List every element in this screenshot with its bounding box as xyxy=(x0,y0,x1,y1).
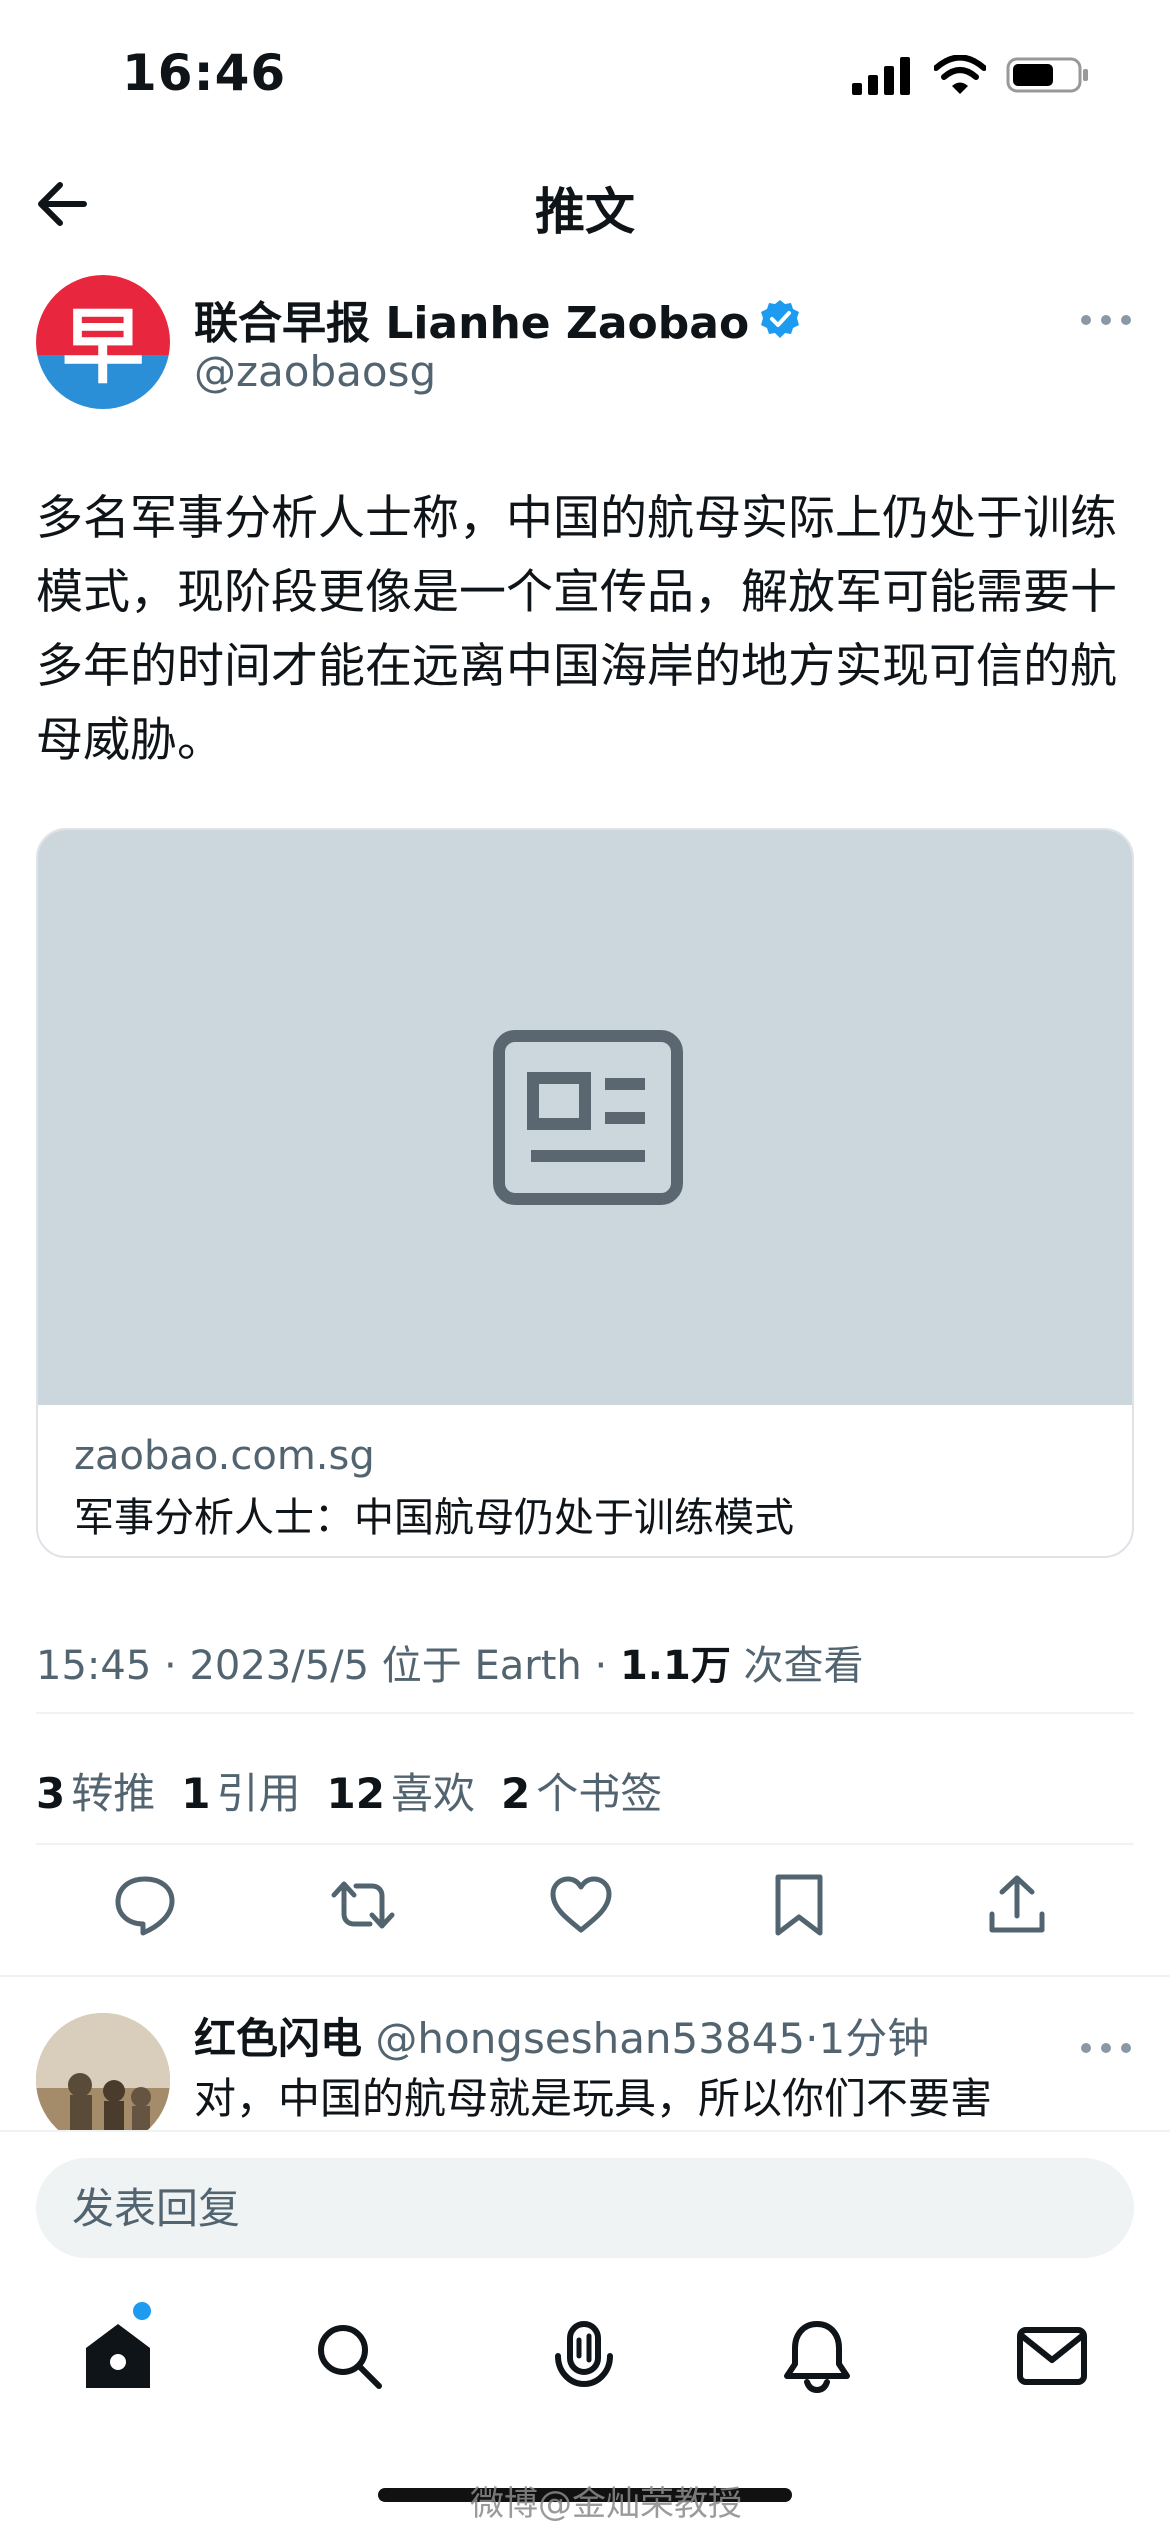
home-icon xyxy=(86,2324,150,2388)
tweet-date[interactable]: 2023/5/5 xyxy=(189,1643,369,1689)
view-label: 次查看 xyxy=(730,1643,864,1689)
reply-avatar[interactable] xyxy=(36,2013,170,2130)
bookmark-button[interactable] xyxy=(764,1870,834,1940)
engagement-stats: 3 转推 1 引用 12 喜欢 2 个书签 xyxy=(36,1760,662,1821)
tab-notifications[interactable] xyxy=(779,2318,855,2394)
card-title: 军事分析人士：中国航母仍处于训练模式 xyxy=(74,1495,794,1541)
bottom-tab-bar xyxy=(0,2300,1170,2420)
tweet-text: 多名军事分析人士称，中国的航母实际上仍处于训练模式，现阶段更像是一个宣传品，解放… xyxy=(36,491,1117,768)
battery-icon xyxy=(1006,57,1088,93)
action-bar xyxy=(0,1870,1170,1960)
spaces-microphone-icon xyxy=(555,2321,613,2388)
reply-item[interactable]: 红色闪电 @hongseshan53845·1分钟 对，中国的航母就是玩具，所以… xyxy=(36,2005,1136,2130)
reply-more-button[interactable] xyxy=(1076,2033,1136,2063)
more-options-button[interactable] xyxy=(1076,305,1136,335)
top-bar: 推文 xyxy=(0,160,1170,250)
tab-messages[interactable] xyxy=(1014,2318,1090,2394)
page-title: 推文 xyxy=(535,183,635,241)
tab-spaces[interactable] xyxy=(546,2318,622,2394)
stat-likes[interactable]: 12 喜欢 xyxy=(327,1760,475,1821)
card-domain: zaobao.com.sg xyxy=(74,1433,375,1479)
like-button[interactable] xyxy=(546,1870,616,1940)
author-name-text: 联合早报 Lianhe Zaobao xyxy=(194,298,750,349)
share-icon xyxy=(989,1875,1045,1933)
verified-badge-icon xyxy=(761,300,800,338)
news-article-icon xyxy=(493,1030,683,1205)
watermark: 微博@金灿荣教授 xyxy=(470,2484,742,2524)
reply-author-name[interactable]: 红色闪电 xyxy=(194,2014,362,2063)
tweet-location: 位于 Earth xyxy=(369,1643,582,1689)
reply-header: 红色闪电 @hongseshan53845·1分钟 xyxy=(194,2005,929,2066)
stat-quotes[interactable]: 1 引用 xyxy=(181,1760,300,1821)
signal-icon xyxy=(852,57,910,95)
reply-input[interactable] xyxy=(72,2158,1072,2258)
reply-button[interactable] xyxy=(110,1870,180,1940)
author-handle[interactable]: @zaobaosg xyxy=(194,347,436,396)
reply-text: 对，中国的航母就是玩具，所以你们不要害 xyxy=(194,2074,993,2123)
author-name[interactable]: 联合早报 Lianhe Zaobao xyxy=(194,287,801,351)
link-card[interactable]: zaobao.com.sg 军事分析人士：中国航母仍处于训练模式 xyxy=(36,828,1134,1558)
divider xyxy=(0,1975,1170,1977)
tab-search[interactable] xyxy=(311,2318,387,2394)
search-icon xyxy=(318,2325,382,2389)
view-count: 1.1万 xyxy=(619,1643,731,1689)
reply-time: ·1分钟 xyxy=(805,2014,930,2063)
more-horizontal-icon xyxy=(1081,2043,1131,2053)
envelope-icon xyxy=(1017,2327,1087,2385)
meta-separator: · xyxy=(151,1643,190,1689)
heart-icon xyxy=(550,1876,612,1933)
divider xyxy=(36,1712,1134,1714)
stat-bookmarks[interactable]: 2 个书签 xyxy=(501,1760,662,1821)
bookmark-icon xyxy=(775,1874,823,1936)
meta-separator: · xyxy=(581,1643,620,1689)
divider xyxy=(36,1843,1134,1845)
retweet-icon xyxy=(331,1881,395,1929)
status-bar: 16:46 xyxy=(0,0,1170,150)
svg-text:早: 早 xyxy=(62,299,144,395)
tweet-time: 15:45 xyxy=(36,1643,152,1689)
status-icons xyxy=(852,55,1090,95)
avatar[interactable]: 早 xyxy=(36,275,170,409)
tab-home[interactable] xyxy=(80,2318,156,2394)
status-time: 16:46 xyxy=(122,44,287,102)
home-notification-dot xyxy=(133,2302,151,2320)
retweet-button[interactable] xyxy=(328,1870,398,1940)
divider xyxy=(0,2130,1170,2132)
tweet-meta: 15:45 · 2023/5/5 位于 Earth · 1.1万 次查看 xyxy=(36,1633,864,1691)
card-media xyxy=(38,830,1132,1405)
reply-composer[interactable] xyxy=(36,2158,1134,2258)
comment-icon xyxy=(115,1876,175,1936)
stat-retweets[interactable]: 3 转推 xyxy=(36,1760,155,1821)
wifi-icon xyxy=(934,55,986,94)
share-button[interactable] xyxy=(982,1870,1052,1940)
more-horizontal-icon xyxy=(1081,315,1131,325)
bell-icon xyxy=(784,2321,850,2394)
tweet-author: 早 联合早报 Lianhe Zaobao @zaobaosg xyxy=(36,275,1136,415)
reply-author-handle[interactable]: @hongseshan53845 xyxy=(375,2014,805,2063)
